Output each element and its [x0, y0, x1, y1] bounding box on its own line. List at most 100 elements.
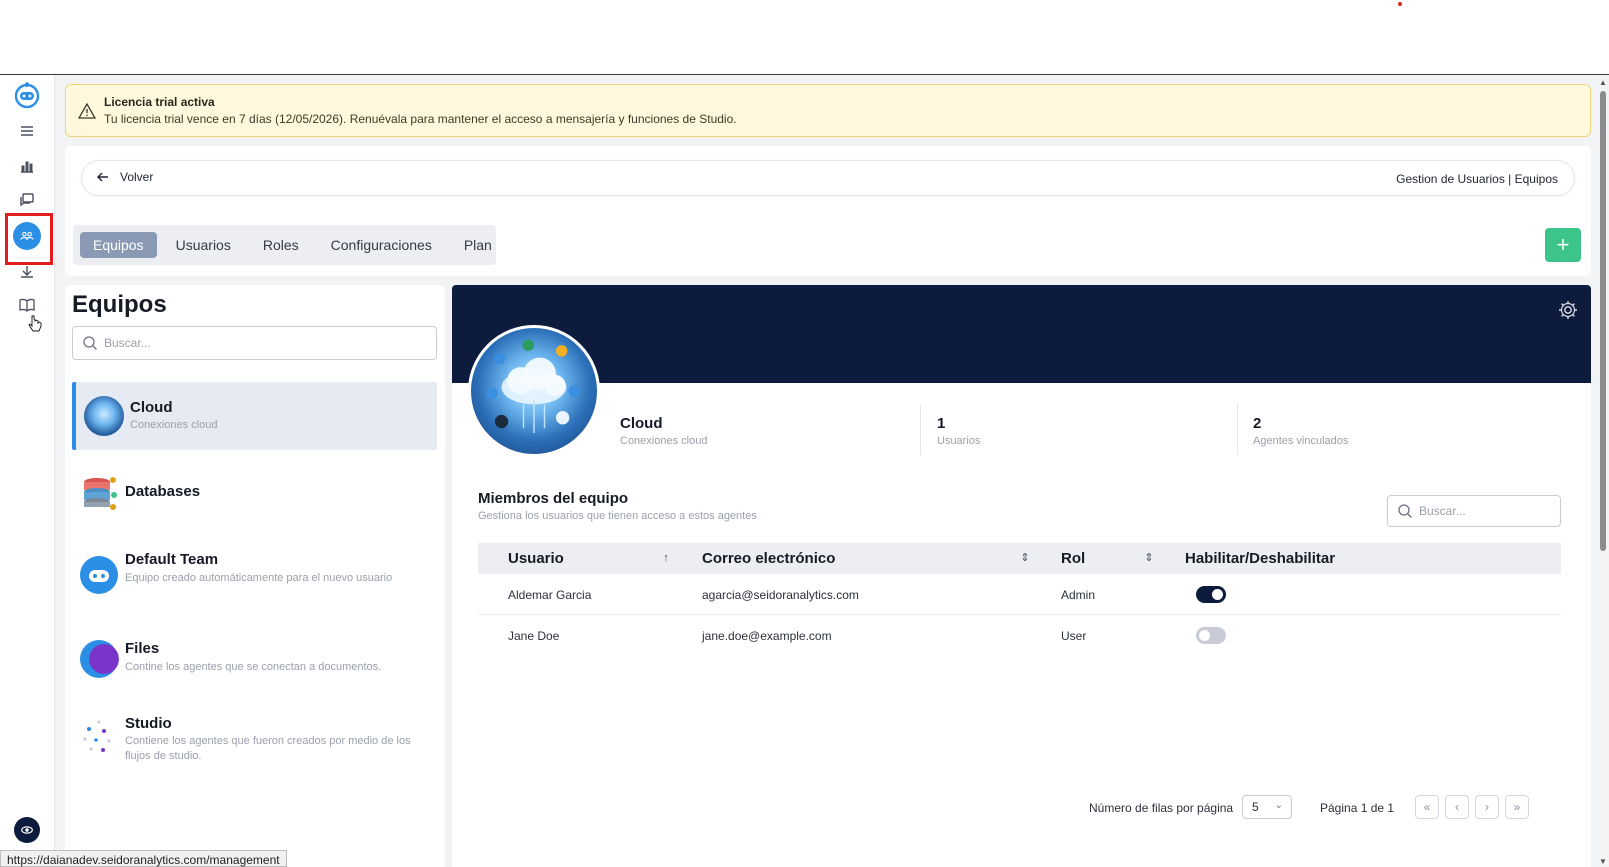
- team-item-studio[interactable]: Studio Contiene los agentes que fueron c…: [72, 713, 437, 769]
- column-usuario[interactable]: Usuario: [508, 550, 564, 567]
- book-icon[interactable]: [14, 292, 40, 318]
- app-window: Licencia trial activa Tu licencia trial …: [0, 74, 1609, 867]
- chevron-down-icon: ⌄: [1274, 800, 1283, 811]
- table-row: Jane Doe jane.doe@example.com User: [478, 615, 1561, 656]
- tab-configuraciones[interactable]: Configuraciones: [318, 232, 445, 258]
- sort-icon[interactable]: ⇕: [1143, 551, 1155, 565]
- search-icon: [83, 336, 97, 350]
- pagination: Número de filas por página 5 ⌄ Página 1 …: [452, 795, 1591, 821]
- back-label: Volver: [120, 170, 154, 184]
- tab-bar: Equipos Usuarios Roles Configuraciones P…: [73, 225, 496, 265]
- agents-count: 2: [1253, 415, 1262, 432]
- team-search-input[interactable]: [104, 334, 424, 352]
- team-hero-banner: [452, 285, 1591, 383]
- toggle-knob: [1212, 589, 1223, 600]
- agents-label: Agentes vinculados: [1253, 435, 1349, 447]
- page-indicator: Página 1 de 1: [1320, 801, 1395, 815]
- breadcrumb: Gestion de Usuarios | Equipos: [1396, 172, 1558, 186]
- column-correo[interactable]: Correo electrónico: [702, 550, 835, 567]
- bot-logo-icon[interactable]: [12, 80, 42, 110]
- cell-user: Aldemar Garcia: [508, 588, 592, 602]
- rows-per-page-label: Número de filas por página: [1089, 801, 1234, 815]
- page-scrollbar[interactable]: ▲ ▼: [1597, 75, 1609, 867]
- team-desc: Equipo creado automáticamente para el nu…: [125, 572, 393, 584]
- back-button[interactable]: Volver: [96, 170, 153, 184]
- team-desc: Contiene los agentes que fueron creados …: [125, 735, 411, 762]
- header-card: Volver Gestion de Usuarios | Equipos Equ…: [65, 146, 1591, 276]
- team-desc: Contine los agentes que se conectan a do…: [125, 661, 382, 673]
- stat-divider: [920, 405, 921, 455]
- cell-email: jane.doe@example.com: [702, 629, 832, 643]
- download-icon[interactable]: [14, 259, 40, 285]
- team-avatar-large: [468, 325, 600, 457]
- files-avatar-icon: [80, 640, 119, 678]
- red-dot: [1398, 2, 1402, 6]
- member-search-input[interactable]: [1419, 502, 1549, 520]
- sort-asc-icon[interactable]: ↑: [660, 551, 672, 565]
- rows-per-page-select[interactable]: 5 ⌄: [1242, 795, 1292, 819]
- users-count: 1: [937, 415, 946, 432]
- user-avatar[interactable]: [14, 817, 40, 843]
- last-page-button[interactable]: »: [1505, 795, 1529, 819]
- member-search: [1387, 495, 1561, 527]
- column-rol[interactable]: Rol: [1061, 550, 1085, 567]
- tab-plan[interactable]: Plan: [451, 232, 505, 258]
- team-detail-desc: Conexiones cloud: [620, 435, 708, 447]
- prev-page-button[interactable]: ‹: [1445, 795, 1469, 819]
- teams-title: Equipos: [72, 291, 167, 318]
- first-page-button[interactable]: «: [1415, 795, 1439, 819]
- tab-roles[interactable]: Roles: [250, 232, 312, 258]
- rows-per-page-value: 5: [1252, 800, 1259, 814]
- team-name: Cloud: [130, 399, 173, 416]
- tab-equipos[interactable]: Equipos: [80, 232, 157, 258]
- menu-icon[interactable]: [14, 118, 40, 144]
- team-desc: Conexiones cloud: [130, 419, 218, 431]
- trial-banner: Licencia trial activa Tu licencia trial …: [65, 84, 1591, 137]
- team-name: Files: [125, 640, 160, 657]
- team-item-cloud[interactable]: Cloud Conexiones cloud: [72, 382, 437, 450]
- scroll-up-icon[interactable]: ▲: [1599, 78, 1607, 87]
- team-detail-panel: Cloud Conexiones cloud 1 Usuarios 2 Agen…: [452, 285, 1591, 867]
- team-item-default-team[interactable]: Default Team Equipo creado automáticamen…: [72, 547, 437, 603]
- studio-dots-icon: [83, 720, 111, 752]
- bot-avatar-icon: [80, 556, 118, 594]
- enable-toggle[interactable]: [1196, 586, 1226, 603]
- team-name: Default Team: [125, 551, 219, 568]
- gear-icon[interactable]: [1557, 299, 1579, 321]
- cloud-avatar: [84, 396, 124, 436]
- banner-text: Tu licencia trial vence en 7 días (12/05…: [104, 112, 737, 126]
- column-habilitar: Habilitar/Deshabilitar: [1185, 550, 1336, 567]
- status-bar-url: https://daianadev.seidoranalytics.com/ma…: [0, 850, 287, 867]
- team-search: [72, 326, 437, 360]
- cell-role: User: [1061, 629, 1087, 643]
- team-icon[interactable]: [13, 222, 41, 250]
- banner-title: Licencia trial activa: [104, 95, 215, 109]
- sort-icon[interactable]: ⇕: [1019, 551, 1031, 565]
- scroll-down-icon[interactable]: ▼: [1599, 857, 1607, 866]
- table-row: Aldemar Garcia agarcia@seidoranalytics.c…: [478, 574, 1561, 615]
- table-header: Usuario ↑ Correo electrónico ⇕ Rol ⇕ Hab…: [478, 543, 1561, 574]
- arrow-left-icon: [97, 172, 108, 182]
- teams-panel: Equipos Cloud Conexiones cloud Databases…: [65, 285, 445, 867]
- database-icon: [84, 477, 117, 510]
- team-name: Studio: [125, 715, 172, 732]
- cell-role: Admin: [1061, 588, 1096, 602]
- stat-divider: [1237, 405, 1238, 455]
- team-item-files[interactable]: Files Contine los agentes que se conecta…: [72, 637, 437, 681]
- next-page-button[interactable]: ›: [1475, 795, 1499, 819]
- team-detail-name: Cloud: [620, 415, 663, 432]
- tab-usuarios[interactable]: Usuarios: [163, 232, 244, 258]
- bar-chart-icon[interactable]: [14, 153, 40, 179]
- search-icon: [1398, 504, 1412, 518]
- cell-user: Jane Doe: [508, 629, 560, 643]
- cell-email: agarcia@seidoranalytics.com: [702, 588, 859, 602]
- add-team-button[interactable]: +: [1545, 228, 1581, 262]
- scroll-thumb[interactable]: [1600, 91, 1606, 551]
- back-bar: Volver Gestion de Usuarios | Equipos: [81, 160, 1575, 196]
- enable-toggle[interactable]: [1196, 627, 1226, 644]
- chat-icon[interactable]: [14, 187, 40, 213]
- top-blank-area: [0, 0, 1609, 74]
- toggle-knob: [1199, 630, 1210, 641]
- team-item-databases[interactable]: Databases: [72, 469, 437, 513]
- users-label: Usuarios: [937, 435, 981, 447]
